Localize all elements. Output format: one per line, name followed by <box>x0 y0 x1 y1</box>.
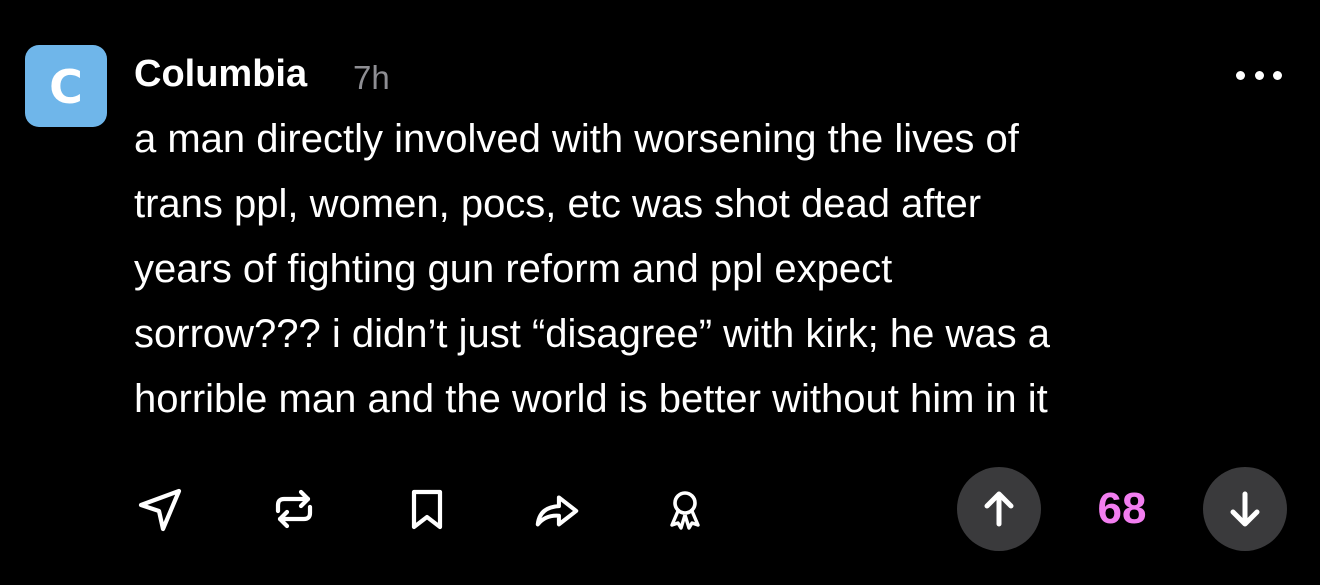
post-body: a man directly involved with worsening t… <box>134 107 1294 432</box>
post-time: 7h <box>353 59 390 96</box>
post-line: trans ppl, women, pocs, etc was shot dea… <box>134 182 982 226</box>
bookmark-button[interactable] <box>402 484 452 534</box>
downvote-button[interactable] <box>1203 467 1287 551</box>
share-arrow-icon <box>535 495 579 527</box>
post-line: sorrow??? i didn’t just “disagree” with … <box>134 312 1050 356</box>
post-line: years of fighting gun reform and ppl exp… <box>134 247 893 291</box>
share-button[interactable] <box>532 484 582 534</box>
repost-icon <box>275 489 313 529</box>
repost-button[interactable] <box>269 484 319 534</box>
more-dots-icon <box>1236 70 1245 80</box>
award-ribbon-icon <box>670 491 700 530</box>
award-button[interactable] <box>660 484 710 534</box>
avatar-letter: C <box>49 60 83 114</box>
bookmark-icon <box>411 489 443 530</box>
post-line: a man directly involved with worsening t… <box>134 117 1019 161</box>
avatar[interactable]: C <box>25 45 107 127</box>
reply-button[interactable] <box>135 484 185 534</box>
author-name[interactable]: Columbia <box>134 52 307 96</box>
vote-score: 68 <box>1097 484 1147 533</box>
arrow-up-icon <box>984 491 1014 527</box>
more-options-button[interactable] <box>1236 60 1282 90</box>
arrow-down-icon <box>1230 491 1260 527</box>
paper-plane-icon <box>138 488 182 532</box>
post-line: horrible man and the world is better wit… <box>134 377 1048 421</box>
upvote-button[interactable] <box>957 467 1041 551</box>
